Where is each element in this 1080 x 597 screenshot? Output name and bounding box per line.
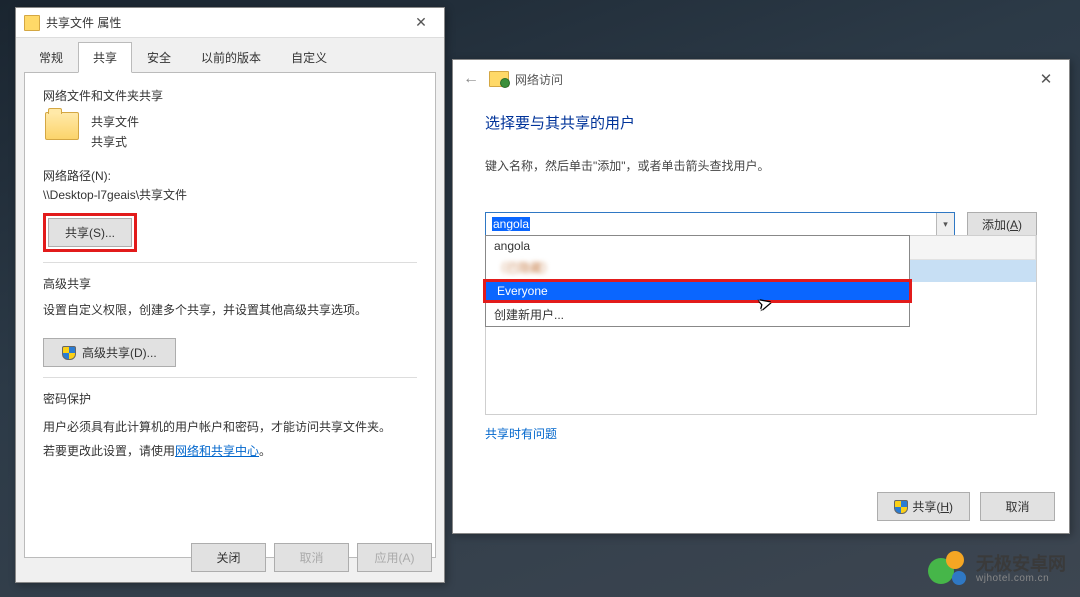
protect-line2a: 若要更改此设置，请使用 bbox=[43, 444, 175, 458]
network-path-value: \\Desktop-l7geais\共享文件 bbox=[43, 186, 417, 203]
share-button[interactable]: 共享(H) bbox=[877, 492, 970, 521]
advanced-share-label: 高级共享(D)... bbox=[82, 344, 157, 361]
window-title: 共享文件 属性 bbox=[46, 14, 406, 31]
close-button[interactable]: 关闭 bbox=[191, 543, 266, 572]
network-path-label: 网络路径(N): bbox=[43, 167, 417, 184]
apply-button[interactable]: 应用(A) bbox=[357, 543, 432, 572]
dropdown-item-everyone[interactable]: Everyone bbox=[486, 282, 909, 300]
folder-icon bbox=[45, 112, 79, 140]
close-icon[interactable]: ✕ bbox=[406, 13, 436, 33]
group-label: 网络文件和文件夹共享 bbox=[43, 87, 417, 104]
titlebar: 共享文件 属性 ✕ bbox=[16, 8, 444, 38]
folder-name: 共享文件 bbox=[91, 112, 139, 132]
watermark-sub: wjhotel.com.cn bbox=[976, 573, 1066, 584]
group-password-protect: 密码保护 用户必须具有此计算机的用户帐户和密码，才能访问共享文件夹。 若要更改此… bbox=[43, 377, 417, 463]
tab-previous[interactable]: 以前的版本 bbox=[186, 42, 276, 73]
watermark-main: 无极安卓网 bbox=[976, 555, 1066, 573]
shield-icon bbox=[62, 346, 76, 360]
shield-icon bbox=[894, 500, 908, 514]
network-center-link[interactable]: 网络和共享中心 bbox=[175, 444, 259, 458]
user-combo: angola ▾ angola （已隐藏） Everyone 创建新用户... bbox=[485, 212, 955, 236]
dialog-header: ← 网络访问 ✕ bbox=[453, 60, 1069, 98]
group-advanced-share: 高级共享 设置自定义权限，创建多个共享，并设置其他高级共享选项。 高级共享(D)… bbox=[43, 262, 417, 367]
tab-panel-share: 网络文件和文件夹共享 共享文件 共享式 网络路径(N): \\Desktop-l… bbox=[24, 72, 436, 558]
instruction-text: 键入名称，然后单击"添加"，或者单击箭头查找用户。 bbox=[485, 157, 1037, 174]
tab-general[interactable]: 常规 bbox=[24, 42, 78, 73]
share-status: 共享式 bbox=[91, 132, 139, 152]
dialog-footer: 共享(H) 取消 bbox=[877, 492, 1055, 521]
protect-line1: 用户必须具有此计算机的用户帐户和密码，才能访问共享文件夹。 bbox=[43, 415, 417, 439]
folder-icon bbox=[24, 15, 40, 31]
dialog-title: 网络访问 bbox=[515, 71, 563, 88]
watermark: 无极安卓网 wjhotel.com.cn bbox=[928, 551, 1066, 587]
user-input[interactable]: angola bbox=[486, 213, 936, 235]
user-dropdown: angola （已隐藏） Everyone 创建新用户... bbox=[485, 235, 910, 327]
highlight-everyone: Everyone bbox=[483, 279, 912, 303]
tab-share[interactable]: 共享 bbox=[78, 42, 132, 73]
cancel-button[interactable]: 取消 bbox=[274, 543, 349, 572]
group-network-share: 网络文件和文件夹共享 共享文件 共享式 网络路径(N): \\Desktop-l… bbox=[43, 87, 417, 252]
watermark-logo-icon bbox=[928, 551, 968, 587]
share-button[interactable]: 共享(S)... bbox=[48, 218, 132, 247]
highlight-share-button: 共享(S)... bbox=[43, 213, 137, 252]
advanced-share-button[interactable]: 高级共享(D)... bbox=[43, 338, 176, 367]
protect-line2c: 。 bbox=[259, 444, 271, 458]
group-label: 密码保护 bbox=[43, 390, 417, 407]
page-heading: 选择要与其共享的用户 bbox=[485, 112, 1037, 133]
cancel-button[interactable]: 取消 bbox=[980, 492, 1055, 521]
tab-security[interactable]: 安全 bbox=[132, 42, 186, 73]
chevron-down-icon[interactable]: ▾ bbox=[936, 213, 954, 235]
advanced-desc: 设置自定义权限，创建多个共享，并设置其他高级共享选项。 bbox=[43, 300, 417, 320]
back-icon[interactable]: ← bbox=[463, 70, 479, 88]
dropdown-item-create-user[interactable]: 创建新用户... bbox=[486, 303, 909, 326]
add-button[interactable]: 添加(A) bbox=[967, 212, 1037, 236]
properties-dialog: 共享文件 属性 ✕ 常规 共享 安全 以前的版本 自定义 网络文件和文件夹共享 … bbox=[15, 7, 445, 583]
sharing-trouble-link[interactable]: 共享时有问题 bbox=[485, 425, 1037, 442]
group-label: 高级共享 bbox=[43, 275, 417, 292]
close-icon[interactable]: ✕ bbox=[1031, 68, 1061, 90]
dropdown-item-angola[interactable]: angola bbox=[486, 236, 909, 256]
tabs: 常规 共享 安全 以前的版本 自定义 bbox=[16, 38, 444, 73]
network-folder-icon bbox=[489, 71, 509, 87]
dropdown-item-hidden[interactable]: （已隐藏） bbox=[486, 256, 909, 279]
dialog-footer: 关闭 取消 应用(A) bbox=[191, 543, 432, 572]
tab-custom[interactable]: 自定义 bbox=[276, 42, 342, 73]
